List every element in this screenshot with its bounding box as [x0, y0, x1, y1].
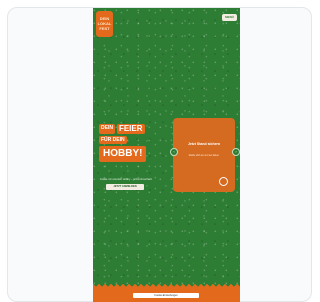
cta-button[interactable]: JETZT ANMELDEN — [106, 184, 144, 190]
cookie-banner[interactable]: Cookie-Einstellungen — [133, 293, 199, 298]
hero-headline: DEIN FEIER FÜR DEIN HOBBY! — [99, 124, 159, 164]
carousel-prev-icon[interactable]: ‹ — [170, 148, 178, 156]
headline-word-3: FÜR DEIN — [99, 136, 127, 144]
logo-line-3: FEST — [99, 26, 110, 31]
badge-icon — [219, 177, 228, 186]
carousel-next-icon[interactable]: › — [232, 148, 240, 156]
hero-subtitle: Feiere mit uns dein Hobby – jetzt mitmac… — [100, 178, 153, 181]
headline-word-2: FEIER — [116, 124, 145, 134]
headline-word-4: HOBBY! — [99, 146, 147, 162]
slide-title: Jetzt Stand sichern — [187, 142, 221, 146]
menu-button[interactable]: MENÜ — [222, 14, 237, 21]
site-logo[interactable]: DEIN LOKAL FEST — [96, 11, 113, 37]
carousel-slide[interactable]: Jetzt Stand sichern Melde dich an und se… — [173, 118, 235, 192]
headline-word-1: DEIN — [99, 124, 115, 134]
mobile-page-preview: DEIN LOKAL FEST MENÜ DEIN FEIER FÜR DEIN… — [93, 8, 240, 302]
slide-text: Melde dich an und sei dabei. — [188, 154, 220, 157]
